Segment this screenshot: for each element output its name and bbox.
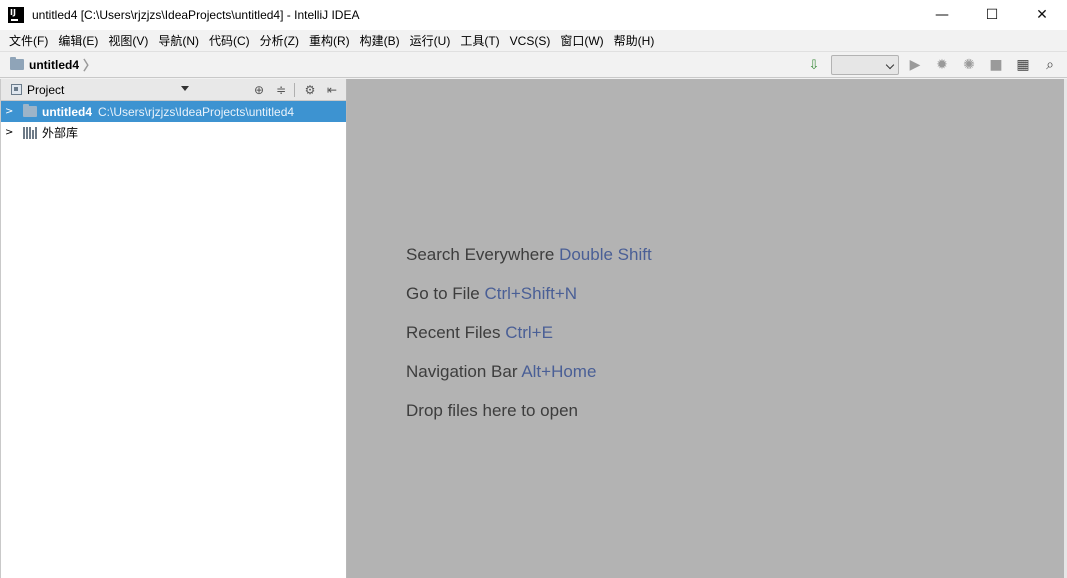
hint-text: Recent Files	[406, 323, 501, 342]
breadcrumb[interactable]: untitled4 〉	[10, 55, 96, 74]
project-panel-tools: ⊕ ≑ ⚙ ⇤	[247, 79, 342, 101]
editor-empty-area[interactable]: Search Everywhere Double Shift Go to Fil…	[347, 79, 1064, 578]
window-controls: — ☐ ✕	[917, 0, 1067, 30]
tree-item-project[interactable]: > untitled4 C:\Users\rjzjzs\IdeaProjects…	[1, 101, 346, 122]
menu-file[interactable]: 文件(F)	[4, 32, 53, 49]
hint-navigation-bar: Navigation Bar Alt+Home	[406, 360, 652, 399]
toolbar-divider	[294, 83, 295, 97]
menu-code[interactable]: 代码(C)	[204, 32, 255, 49]
hint-drop-files: Drop files here to open	[406, 399, 652, 438]
hint-search-everywhere: Search Everywhere Double Shift	[406, 243, 652, 282]
menu-bar: 文件(F) 编辑(E) 视图(V) 导航(N) 代码(C) 分析(Z) 重构(R…	[0, 30, 1067, 52]
menu-help[interactable]: 帮助(H)	[609, 32, 660, 49]
hint-text: Drop files here to open	[406, 401, 578, 420]
maximize-button[interactable]: ☐	[967, 0, 1017, 30]
menu-edit[interactable]: 编辑(E)	[53, 32, 103, 49]
folder-icon	[10, 57, 24, 70]
hint-recent-files: Recent Files Ctrl+E	[406, 321, 652, 360]
tree-item-path: C:\Users\rjzjzs\IdeaProjects\untitled4	[98, 104, 295, 119]
search-icon[interactable]: ⌕	[1039, 54, 1061, 76]
hide-panel-icon[interactable]: ⇤	[322, 80, 342, 100]
main-toolbar: ⇩ ▶ ✹ ✺ ■ ▦ ⌕	[798, 52, 1061, 78]
chevron-right-icon[interactable]: >	[5, 106, 13, 117]
chevron-down-icon[interactable]	[181, 86, 189, 91]
intellij-logo-icon	[8, 7, 24, 23]
collapse-all-icon[interactable]: ≑	[271, 80, 291, 100]
menu-view[interactable]: 视图(V)	[103, 32, 153, 49]
navigation-bar: untitled4 〉 ⇩ ▶ ✹ ✺ ■ ▦ ⌕	[0, 52, 1067, 78]
debug-icon[interactable]: ✹	[931, 54, 953, 76]
project-panel-header: Project ⊕ ≑ ⚙ ⇤	[1, 79, 346, 101]
run-icon[interactable]: ▶	[904, 54, 926, 76]
hint-shortcut: Ctrl+E	[505, 323, 553, 342]
title-bar: untitled4 [C:\Users\rjzjzs\IdeaProjects\…	[0, 0, 1067, 30]
editor-hints: Search Everywhere Double Shift Go to Fil…	[406, 243, 652, 438]
project-view-icon	[11, 84, 22, 95]
project-panel-title[interactable]: Project	[27, 83, 64, 97]
hint-shortcut: Double Shift	[559, 245, 652, 264]
tree-item-label: untitled4	[42, 104, 92, 119]
tree-item-external-libraries[interactable]: > 外部库	[1, 122, 346, 143]
close-button[interactable]: ✕	[1017, 0, 1067, 30]
library-icon	[23, 126, 37, 139]
menu-run[interactable]: 运行(U)	[405, 32, 456, 49]
run-configuration-select[interactable]	[831, 55, 899, 75]
hint-text: Search Everywhere	[406, 245, 555, 264]
tree-item-label: 外部库	[42, 126, 79, 140]
project-structure-icon[interactable]: ▦	[1012, 54, 1034, 76]
window-title: untitled4 [C:\Users\rjzjzs\IdeaProjects\…	[32, 8, 360, 22]
hint-shortcut: Ctrl+Shift+N	[484, 284, 578, 303]
locate-icon[interactable]: ⊕	[249, 80, 269, 100]
menu-refactor[interactable]: 重构(R)	[304, 32, 355, 49]
menu-navigate[interactable]: 导航(N)	[153, 32, 204, 49]
menu-vcs[interactable]: VCS(S)	[505, 34, 556, 48]
menu-build[interactable]: 构建(B)	[355, 32, 405, 49]
hint-go-to-file: Go to File Ctrl+Shift+N	[406, 282, 652, 321]
gear-icon[interactable]: ⚙	[300, 80, 320, 100]
hint-text: Go to File	[406, 284, 480, 303]
stop-icon[interactable]: ■	[985, 54, 1007, 76]
menu-window[interactable]: 窗口(W)	[555, 32, 608, 49]
folder-icon	[23, 104, 37, 117]
sort-icon[interactable]: ⇩	[803, 54, 825, 76]
project-panel: Project ⊕ ≑ ⚙ ⇤ > untitled4 C:\Users\rjz…	[0, 79, 347, 578]
hint-shortcut: Alt+Home	[521, 362, 597, 381]
menu-analyze[interactable]: 分析(Z)	[255, 32, 304, 49]
coverage-icon[interactable]: ✺	[958, 54, 980, 76]
minimize-button[interactable]: —	[917, 0, 967, 30]
hint-text: Navigation Bar	[406, 362, 518, 381]
menu-tools[interactable]: 工具(T)	[455, 32, 504, 49]
breadcrumb-project[interactable]: untitled4	[29, 58, 79, 72]
breadcrumb-separator-icon: 〉	[83, 59, 97, 74]
chevron-right-icon[interactable]: >	[5, 127, 13, 138]
